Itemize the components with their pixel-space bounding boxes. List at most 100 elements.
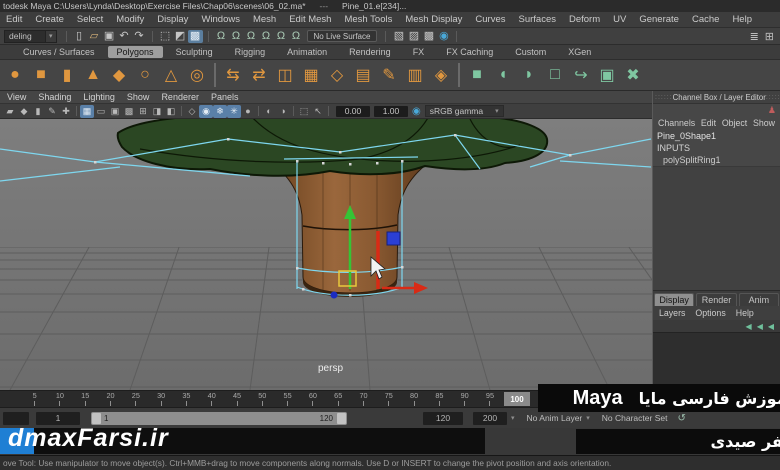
reduce-icon[interactable]: ▤ <box>350 62 376 88</box>
layer-editor-menu-item[interactable]: Help <box>736 308 754 318</box>
select-object-icon[interactable]: ◩ <box>173 30 188 43</box>
exposure-field[interactable]: 0.00 <box>336 105 370 117</box>
poly-pyramid-icon[interactable]: △ <box>158 62 184 88</box>
shelf-tab[interactable]: FX <box>404 46 434 58</box>
playback-start-field[interactable]: 1 <box>36 411 80 425</box>
poly-torus-icon[interactable]: ○ <box>132 62 158 88</box>
divider[interactable] <box>151 30 153 42</box>
divider[interactable] <box>293 106 294 116</box>
chevron-down-icon[interactable]: ▾ <box>511 414 515 422</box>
shelf-tab[interactable]: XGen <box>559 46 600 58</box>
snap-projected-center-icon[interactable]: Ω <box>259 30 274 43</box>
divider[interactable] <box>76 106 77 116</box>
range-end-handle[interactable] <box>337 412 346 424</box>
sculpt-icon[interactable]: ✎ <box>376 62 402 88</box>
shelf-tab[interactable]: Custom <box>506 46 555 58</box>
menu-item[interactable]: Edit <box>6 14 22 25</box>
sidebar-toggle-icon[interactable]: ≣ <box>750 30 759 43</box>
panel-menu-item[interactable]: Shading <box>38 92 71 102</box>
channel-box-header[interactable]: :::::: Channel Box / Layer Editor :::::: <box>653 91 780 104</box>
extrude-icon[interactable]: ■ <box>464 62 490 88</box>
select-component-icon[interactable]: ▩ <box>187 29 203 43</box>
combine-icon[interactable]: ⇆ <box>220 62 246 88</box>
layer-move-up-icon[interactable]: ◀ <box>746 322 752 331</box>
poly-cube-icon[interactable]: ■ <box>28 62 54 88</box>
channel-box-menu-item[interactable]: Edit <box>701 118 716 128</box>
select-hierarchy-icon[interactable]: ⬚ <box>158 30 173 43</box>
textured-icon[interactable]: ▣ <box>108 105 122 118</box>
snap-view-plane-icon[interactable]: Ω <box>274 30 289 43</box>
new-scene-icon[interactable]: ▯ <box>72 30 87 43</box>
menu-item[interactable]: Create <box>35 14 64 25</box>
wireframe-icon[interactable]: ▦ <box>80 104 94 118</box>
channel-box-menu-item[interactable]: Object <box>722 118 747 128</box>
menu-item[interactable]: Mesh Tools <box>344 14 392 25</box>
snap-grid-icon[interactable]: Ω <box>214 30 229 43</box>
plugin-shape-icon[interactable]: ↖ <box>311 105 325 118</box>
add-divisions-icon[interactable]: □ <box>542 62 568 88</box>
menu-item[interactable]: Help <box>732 14 752 25</box>
poly-plane-icon[interactable]: ◆ <box>106 62 132 88</box>
panel-menu-item[interactable]: Lighting <box>83 92 115 102</box>
anim-start-field[interactable] <box>3 411 29 425</box>
range-start-handle[interactable] <box>92 412 101 424</box>
pan-zoom-icon[interactable]: ✚ <box>59 105 73 118</box>
manip-blue-handle[interactable] <box>386 231 401 246</box>
shaded-icon[interactable]: ▭ <box>94 105 108 118</box>
playback-end-field[interactable]: 120 <box>423 411 463 425</box>
divider[interactable] <box>328 106 329 116</box>
target-weld-icon[interactable]: ✖ <box>620 62 646 88</box>
shelf-tab[interactable]: Sculpting <box>167 46 222 58</box>
chevron-down-icon[interactable]: ▾ <box>45 30 56 42</box>
select-highlight-icon[interactable]: ⬚ <box>297 105 311 118</box>
menu-item[interactable]: Select <box>77 14 103 25</box>
render-icon[interactable]: ◉ <box>436 30 451 43</box>
workspace-icon[interactable]: ⊞ <box>765 30 774 43</box>
divider[interactable] <box>458 63 460 87</box>
undo-icon[interactable]: ↶ <box>117 30 132 43</box>
view-transform-dropdown[interactable]: sRGB gamma ▾ <box>424 105 504 117</box>
ambient-occlusion-icon[interactable]: ◨ <box>150 105 164 118</box>
triangulate-icon[interactable]: ◈ <box>428 62 454 88</box>
layer-editor-tab[interactable]: Render <box>696 293 737 306</box>
panel-menu-item[interactable]: Panels <box>211 92 239 102</box>
input-node[interactable]: polySplitRing1 <box>653 154 780 166</box>
menu-item[interactable]: Generate <box>639 14 679 25</box>
menu-set-dropdown[interactable]: deling ▾ <box>4 29 57 43</box>
menu-item[interactable]: Mesh Display <box>405 14 462 25</box>
use-all-lights-icon[interactable]: ▩ <box>122 105 136 118</box>
wireframe-on-shaded-icon[interactable]: ❄ <box>213 104 227 118</box>
divider[interactable] <box>214 63 216 87</box>
snap-curve-icon[interactable]: Ω <box>229 30 244 43</box>
divider[interactable] <box>456 30 458 42</box>
history-icon[interactable]: ▩ <box>421 30 436 43</box>
panel-menu-item[interactable]: Show <box>127 92 150 102</box>
manip-blue-vertex[interactable] <box>330 291 338 299</box>
panel-menu-item[interactable]: View <box>7 92 26 102</box>
menu-item[interactable]: Cache <box>692 14 719 25</box>
lighting-icon[interactable]: ● <box>241 105 255 118</box>
redo-icon[interactable]: ↷ <box>132 30 147 43</box>
gate-mask-icon[interactable]: ◐ <box>262 105 276 118</box>
current-frame-marker[interactable]: 100 <box>504 392 530 406</box>
layer-editor-tab[interactable]: Display <box>654 293 695 306</box>
default-material-icon[interactable]: ✳ <box>227 104 241 118</box>
poly-cone-icon[interactable]: ▲ <box>80 62 106 88</box>
smooth-icon[interactable]: ▦ <box>298 62 324 88</box>
bookmark-icon[interactable]: ▮ <box>31 105 45 118</box>
shelf-tab[interactable]: Rigging <box>226 46 275 58</box>
menu-item[interactable]: Curves <box>475 14 505 25</box>
shadows-icon[interactable]: ⊞ <box>136 105 150 118</box>
bridge-icon[interactable]: ◗ <box>516 62 542 88</box>
layer-editor-menu-item[interactable]: Layers <box>659 308 685 318</box>
layer-empty-icon[interactable]: ◀ <box>768 322 774 331</box>
gamma-field[interactable]: 1.00 <box>374 105 408 117</box>
separate-icon[interactable]: ⇄ <box>246 62 272 88</box>
panel-menu-item[interactable]: Renderer <box>161 92 199 102</box>
poly-sphere-icon[interactable]: ● <box>2 62 28 88</box>
divider[interactable] <box>385 30 387 42</box>
menu-item[interactable]: Surfaces <box>518 14 556 25</box>
save-scene-icon[interactable]: ▣ <box>102 30 117 43</box>
character-set-dropdown[interactable]: No Character Set <box>602 413 668 423</box>
poly-cylinder-icon[interactable]: ▮ <box>54 62 80 88</box>
